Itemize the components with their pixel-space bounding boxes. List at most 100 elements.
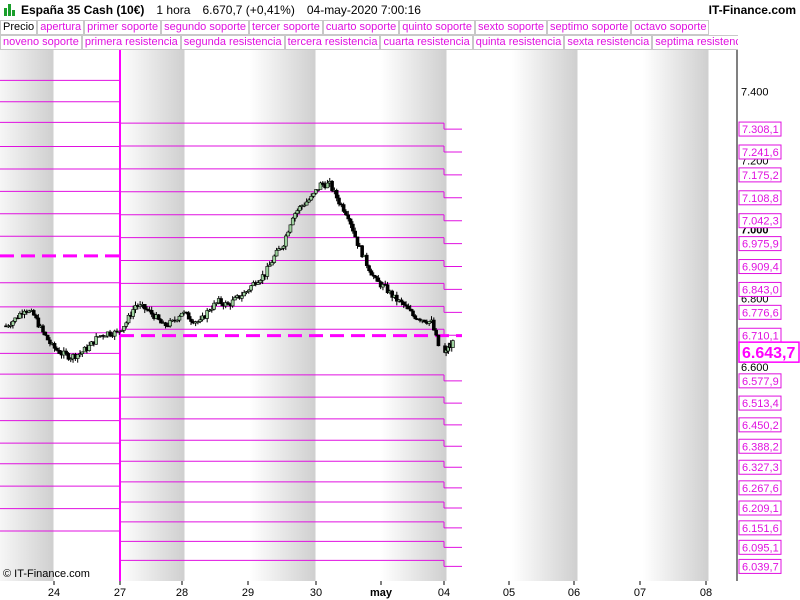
legend-item[interactable]: cuarta resistencia [380, 35, 473, 50]
day-band [512, 50, 578, 581]
legend-item[interactable]: primer soporte [84, 20, 162, 35]
level-label: 7.108,8 [742, 193, 779, 205]
level-label: 6.327,3 [742, 462, 779, 474]
chart-header: España 35 Cash (10€) 1 hora 6.670,7 (+0,… [0, 0, 800, 20]
candle-body [258, 280, 263, 284]
price-change: 6.670,7 (+0,41%) [202, 3, 295, 17]
candle-body [309, 196, 314, 201]
x-tick-label: 29 [242, 587, 254, 599]
legend-item[interactable]: tercera resistencia [284, 35, 381, 50]
candle-body [293, 213, 297, 219]
level-label: 7.241,6 [742, 147, 779, 159]
candle-body [156, 314, 161, 320]
candle-body [325, 182, 330, 189]
candle-body [272, 255, 277, 263]
legend-item[interactable]: quinto soporte [399, 20, 475, 35]
candle-body [369, 270, 374, 276]
level-label: 6.577,9 [742, 376, 779, 388]
candle-body [205, 310, 209, 319]
legend-item[interactable]: segundo soporte [161, 20, 250, 35]
day-band [643, 50, 709, 581]
candle-body [163, 322, 168, 327]
candle-body [11, 320, 15, 326]
level-label: 6.039,7 [742, 561, 779, 573]
candle-body [297, 206, 302, 211]
candle-body [344, 211, 348, 216]
legend-item[interactable]: primera resistencia [81, 35, 181, 50]
level-label: 6.095,1 [742, 542, 779, 554]
candle-body [281, 245, 286, 249]
candle-body [399, 299, 404, 303]
level-label: 6.267,6 [742, 483, 779, 495]
x-tick-label: 30 [310, 587, 322, 599]
candle-body [351, 223, 355, 232]
candle-body [265, 266, 270, 277]
legend-item[interactable]: quinta resistencia [472, 35, 565, 50]
candle-body [436, 334, 441, 347]
level-label: 7.175,2 [742, 170, 779, 182]
legend-item[interactable]: sexta resistencia [564, 35, 653, 50]
candle-body [52, 343, 57, 349]
legend-item[interactable]: cuarto soporte [322, 20, 400, 35]
candle-body [31, 310, 36, 316]
chart-canvas: 24 27 28 29 30 may 04 05 06 07 087.4007.2007.0006.… [0, 0, 800, 600]
legend-item[interactable]: octavo soporte [631, 20, 710, 35]
level-label: 6.151,6 [742, 523, 779, 535]
candle-body [64, 350, 68, 354]
level-label: 6.975,9 [742, 239, 779, 251]
legend-item[interactable]: segunda resistencia [180, 35, 285, 50]
candle-body [411, 310, 415, 317]
legend-item[interactable]: noveno soporte [0, 35, 82, 50]
legend-item[interactable]: tercer soporte [249, 20, 323, 35]
candle-body [87, 345, 92, 351]
candle-body [355, 236, 360, 246]
candle-body [376, 277, 381, 282]
candle-body [189, 318, 193, 322]
x-tick-label: 05 [503, 587, 515, 599]
candle-body [288, 224, 293, 233]
legend-item[interactable]: Precio [0, 20, 38, 35]
level-label: 6.209,1 [742, 503, 779, 515]
candle-body [94, 336, 98, 345]
candle-body [57, 350, 61, 354]
timestamp: 04-may-2020 7:00:16 [306, 3, 421, 17]
level-label: 7.308,1 [742, 124, 779, 136]
legend-row-2: noveno soporte primera resistencia segun… [0, 35, 738, 50]
candle-body [45, 334, 50, 341]
day-band [250, 50, 316, 581]
candle-body [177, 316, 182, 321]
candle-body [434, 329, 438, 336]
candle-body [413, 315, 418, 320]
candle-body [274, 250, 279, 257]
y-tick-label: 7.400 [741, 86, 769, 98]
candle-body [290, 217, 295, 226]
candle-body [334, 189, 339, 199]
day-band [0, 50, 54, 581]
candle-body [219, 298, 223, 305]
candle-body [233, 297, 237, 301]
candle-body [66, 353, 71, 360]
x-tick-label: may [370, 587, 393, 599]
legend-item[interactable]: septimo soporte [547, 20, 632, 35]
level-label: 6.843,0 [742, 284, 779, 296]
candle-body [55, 347, 59, 351]
level-label: 6.909,4 [742, 262, 779, 274]
candle-body [230, 299, 235, 307]
candle-body [124, 322, 129, 327]
timeframe: 1 hora [156, 3, 191, 17]
legend-item[interactable]: apertura [37, 20, 85, 35]
brand-name[interactable]: IT-Finance.com [709, 3, 796, 17]
candle-body [432, 319, 436, 331]
level-label: 7.042,3 [742, 216, 779, 228]
candle-body [186, 312, 191, 320]
candle-body [240, 295, 244, 299]
x-tick-label: 04 [438, 587, 450, 599]
x-tick-label: 08 [700, 587, 712, 599]
candle-body [249, 285, 253, 291]
legend-item[interactable]: sexto soporte [474, 20, 548, 35]
candle-body [330, 180, 334, 191]
legend-item[interactable]: septima resistenc [652, 35, 738, 50]
level-label: 6.710,1 [742, 330, 779, 342]
candle-body [286, 231, 290, 237]
candle-body [406, 305, 411, 310]
